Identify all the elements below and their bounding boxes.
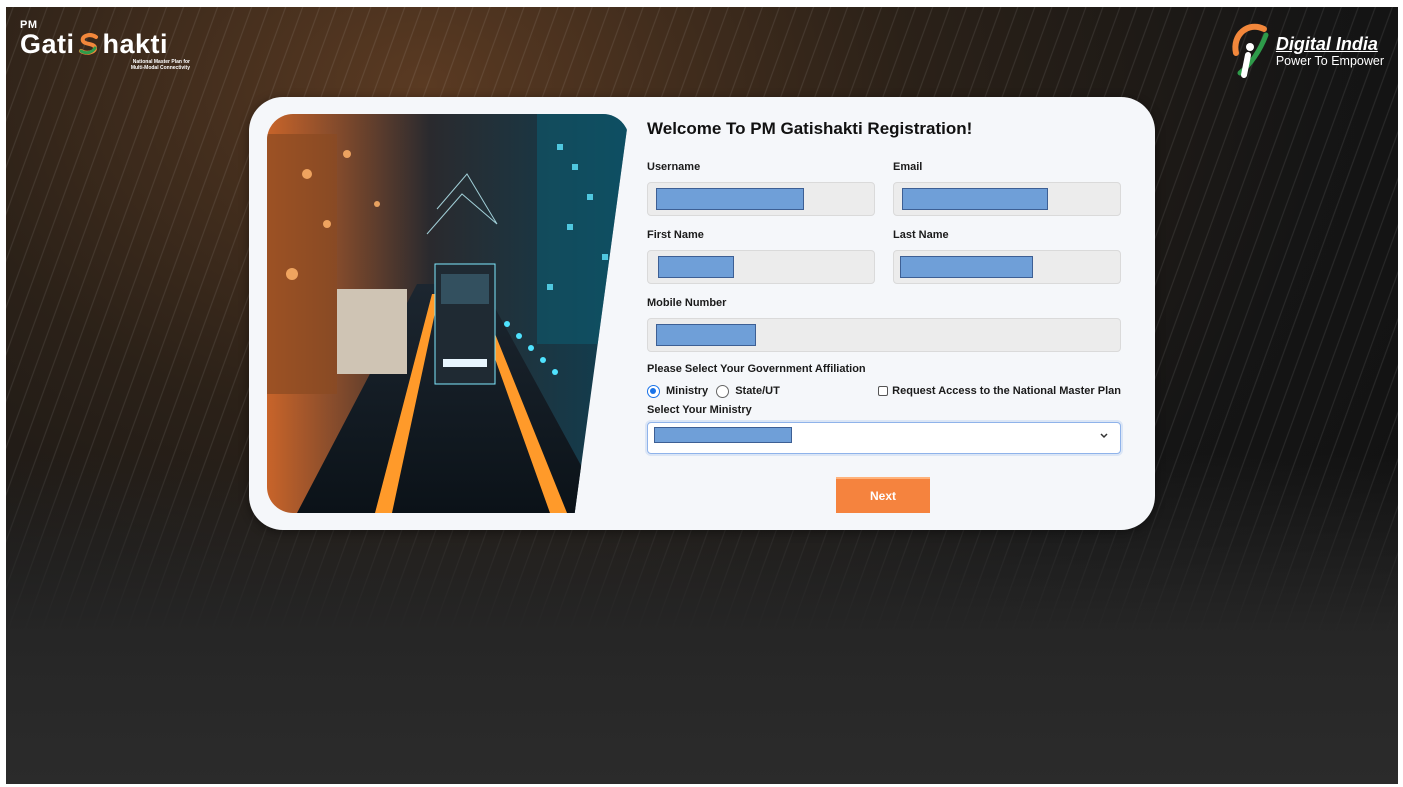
logo-name-part2: hakti bbox=[102, 29, 169, 59]
last-name-label: Last Name bbox=[893, 229, 949, 241]
logo-s-swoosh-icon bbox=[78, 33, 98, 55]
mobile-label: Mobile Number bbox=[647, 297, 727, 309]
chevron-down-icon bbox=[1100, 433, 1108, 439]
logo-name-part1: Gati bbox=[20, 29, 75, 59]
form-title: Welcome To PM Gatishakti Registration! bbox=[647, 119, 973, 138]
digital-india-logo: Digital India Power To Empower bbox=[1226, 21, 1384, 81]
affiliation-options: Ministry State/UT Request Access to the … bbox=[647, 380, 1121, 402]
last-name-redacted-value bbox=[900, 256, 1033, 278]
ministry-radio[interactable] bbox=[647, 384, 660, 398]
username-field-group: Username bbox=[647, 161, 875, 229]
email-label: Email bbox=[893, 161, 923, 173]
request-access-label[interactable]: Request Access to the National Master Pl… bbox=[892, 385, 1121, 397]
last-name-input[interactable] bbox=[893, 250, 1121, 284]
hero-illustration bbox=[267, 114, 629, 513]
email-input[interactable] bbox=[893, 182, 1121, 216]
row-username-email: Username Email bbox=[647, 161, 1121, 229]
email-redacted-value bbox=[902, 188, 1048, 210]
email-field-group: Email bbox=[893, 161, 1121, 229]
pm-gatishakti-logo: PM Gati hakti National Master Plan for M… bbox=[20, 19, 190, 71]
state-ut-radio-label[interactable]: State/UT bbox=[735, 385, 780, 397]
request-access-checkbox[interactable] bbox=[878, 386, 889, 396]
row-first-last-name: First Name Last Name bbox=[647, 229, 1121, 297]
next-button[interactable]: Next bbox=[836, 477, 930, 513]
logo-tagline-line2: Multi-Modal Connectivity bbox=[130, 65, 190, 71]
registration-form: Welcome To PM Gatishakti Registration! U… bbox=[647, 119, 1121, 454]
mobile-field-group: Mobile Number bbox=[647, 297, 1121, 352]
logo-name: Gati hakti bbox=[20, 29, 190, 59]
state-ut-radio[interactable] bbox=[716, 384, 730, 398]
ministry-select-label: Select Your Ministry bbox=[647, 404, 752, 416]
digital-india-text: Digital India Power To Empower bbox=[1276, 34, 1384, 68]
ministry-redacted-value bbox=[654, 427, 792, 443]
digital-india-title: Digital India bbox=[1275, 34, 1378, 54]
hero-image-truck-highway bbox=[267, 114, 629, 513]
username-label: Username bbox=[647, 161, 701, 173]
ministry-select[interactable] bbox=[647, 422, 1121, 454]
first-name-label: First Name bbox=[647, 229, 704, 241]
username-input[interactable] bbox=[647, 182, 875, 216]
last-name-field-group: Last Name bbox=[893, 229, 1121, 297]
ministry-radio-label[interactable]: Ministry bbox=[666, 385, 708, 397]
digital-india-emblem-icon bbox=[1232, 23, 1269, 78]
mobile-redacted-value bbox=[656, 324, 756, 346]
registration-card: Welcome To PM Gatishakti Registration! U… bbox=[249, 97, 1155, 530]
affiliation-label: Please Select Your Government Affiliatio… bbox=[647, 363, 866, 375]
first-name-field-group: First Name bbox=[647, 229, 875, 297]
logo-tagline: National Master Plan for Multi-Modal Con… bbox=[20, 59, 190, 71]
first-name-redacted-value bbox=[658, 256, 734, 278]
digital-india-subtitle: Power To Empower bbox=[1275, 54, 1384, 68]
username-redacted-value bbox=[656, 188, 804, 210]
mobile-input[interactable] bbox=[647, 318, 1121, 352]
first-name-input[interactable] bbox=[647, 250, 875, 284]
